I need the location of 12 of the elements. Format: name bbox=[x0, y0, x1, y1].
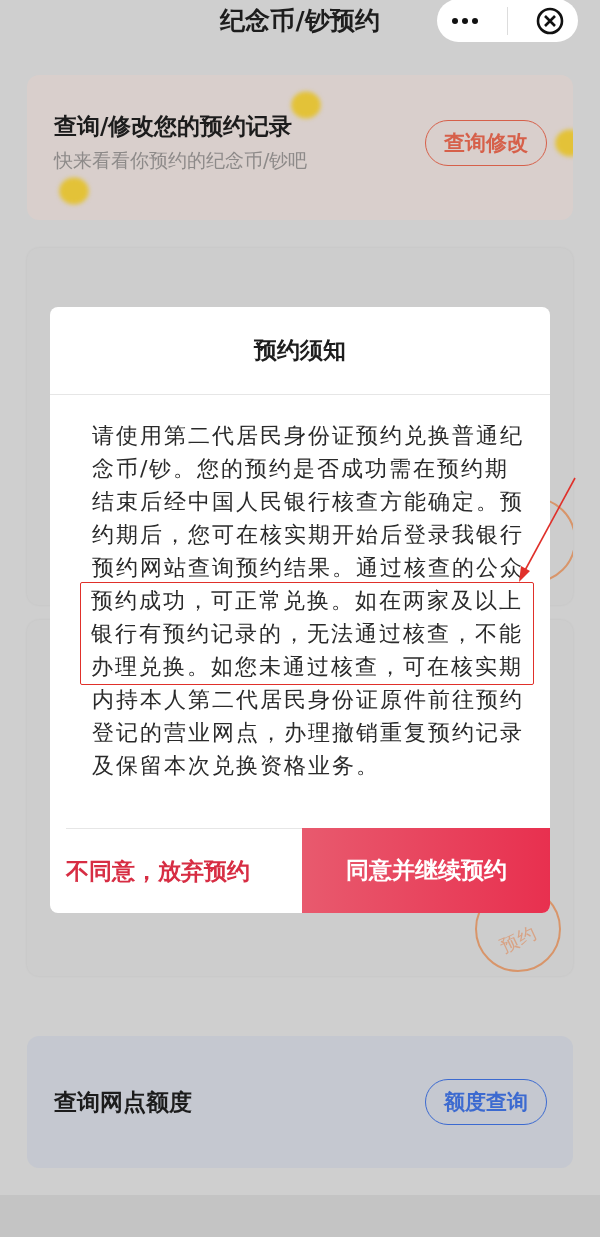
page-title: 纪念币/钞预约 bbox=[220, 4, 380, 37]
close-icon[interactable] bbox=[536, 6, 564, 35]
agree-button[interactable]: 同意并继续预约 bbox=[302, 828, 550, 913]
card-title: 查询网点额度 bbox=[54, 1087, 192, 1117]
notice-text: 请使用第二代居民身份证预约兑换普通纪念币/钞。您的预约是否成功需在预约期结束后经中国人民银行核查方能确定。预约期后，您可在核实期开始后登录我银行预约网站查询预约结果。通过核查的公众 bbox=[92, 422, 525, 582]
coin-icon bbox=[57, 175, 91, 207]
highlighted-text: 预约成功，可正常兑换。如在两家及以上银行有预约记录的，无法通过核查，不能办理兑换。如您未通过核查，可在核实期 bbox=[80, 582, 534, 685]
notice-text: 内持本人第二代居民身份证原件前往预约登记的营业网点，办理撤销重复预约记录及保留本次兑换资格业务。 bbox=[92, 686, 525, 780]
card-title: 查询/修改您的预约记录 bbox=[54, 112, 294, 141]
card-subtitle: 快来看看你预约的纪念币/钞吧 bbox=[54, 148, 308, 173]
dialog-title: 预约须知 bbox=[50, 307, 550, 395]
stamp-label: 预约 bbox=[496, 921, 540, 959]
